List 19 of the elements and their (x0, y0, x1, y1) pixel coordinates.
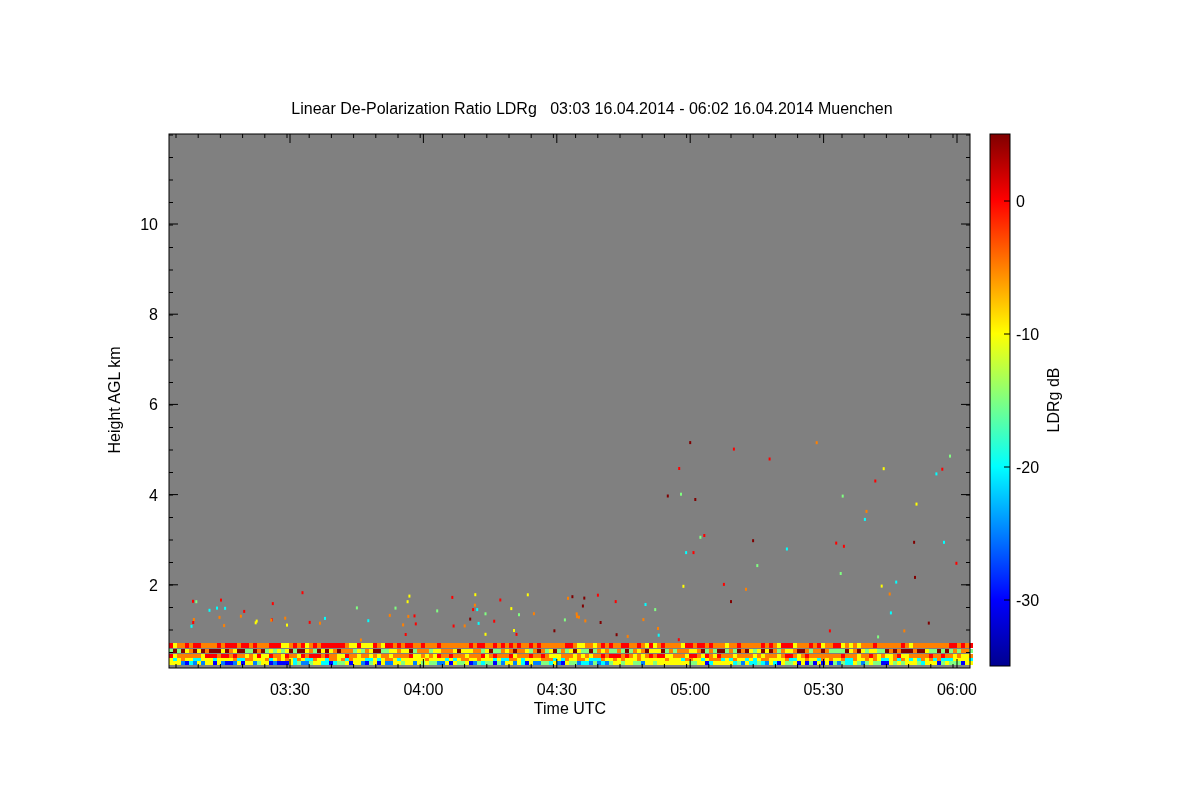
x-tick-label: 05:30 (803, 681, 844, 698)
x-tick-label: 04:00 (403, 681, 444, 698)
y-tick-label: 6 (149, 396, 158, 414)
y-axis-label: Height AGL km (106, 346, 123, 454)
colorbar-tick-label: 0 (1016, 193, 1025, 210)
chart-title: Linear De-Polarization Ratio LDRg 03:03 16.04.2014 - 06:02 16.04.2014 Muenchen (291, 100, 893, 117)
y-tick-label: 4 (149, 486, 158, 504)
colorbar-tick-label: -10 (1016, 326, 1040, 343)
x-tick-label: 06:00 (937, 681, 977, 698)
x-axis-label: Time UTC (533, 700, 607, 717)
colorbar-tick-label: -30 (1016, 592, 1040, 609)
y-tick-label: 2 (149, 576, 158, 594)
colorbar-tick-label: -20 (1016, 459, 1040, 476)
y-tick-label: 8 (149, 306, 158, 324)
x-tick-label: 04:30 (536, 681, 577, 698)
y-tick-label: 10 (140, 216, 158, 233)
x-tick-label: 05:00 (670, 681, 711, 698)
x-tick-label: 03:30 (270, 681, 310, 698)
colorbar-label: LDRg dB (1045, 367, 1062, 433)
